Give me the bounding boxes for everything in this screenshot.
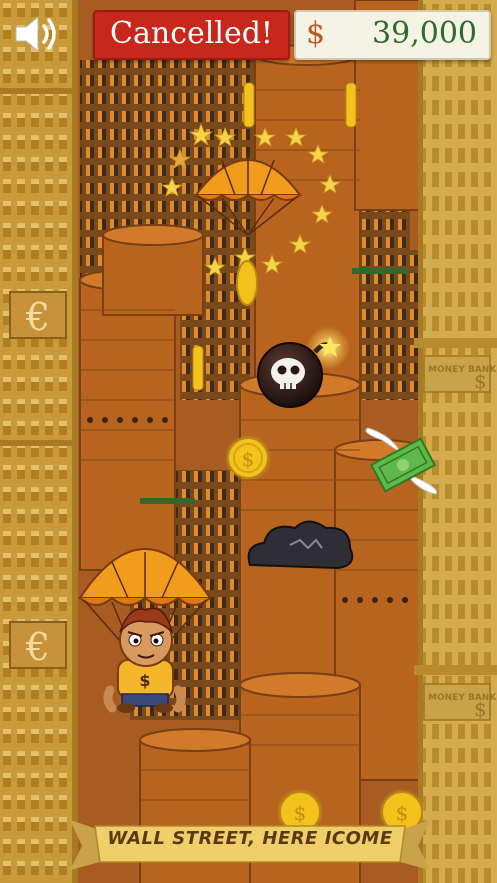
game-stage[interactable]: € € MONEY BANK $ MONEY BANK $ $ $ $ $ Ca…: [0, 0, 497, 883]
right-building: MONEY BANK $ MONEY BANK $: [414, 0, 497, 883]
coin-spinning: [236, 260, 258, 306]
player-shirt-dollar: $: [139, 671, 150, 690]
currency-symbol: $: [306, 16, 326, 51]
money-amount: 39,000: [372, 16, 477, 51]
euro-sign: €: [25, 295, 50, 339]
bank-dollar-sign: $: [474, 369, 487, 393]
coin-dollar-sign: $: [242, 447, 255, 471]
sound-toggle-button[interactable]: [10, 12, 62, 56]
coin-large: $: [224, 434, 272, 482]
level-banner-text: WALL STREET, HERE ICOME: [107, 828, 393, 849]
game-scene: € € MONEY BANK $ MONEY BANK $ $ $ $ $: [0, 0, 497, 883]
money-counter: $ 39,000: [294, 10, 491, 60]
status-badge: Cancelled!: [93, 10, 290, 60]
coin-dollar-sign-bottom-2: $: [396, 801, 409, 825]
euro-sign-lower: €: [25, 625, 50, 669]
coin-dollar-sign-bottom-1: $: [294, 801, 307, 825]
left-building: € €: [0, 0, 78, 883]
bank-dollar-sign-lower: $: [474, 697, 487, 721]
speaker-icon: [15, 15, 56, 53]
